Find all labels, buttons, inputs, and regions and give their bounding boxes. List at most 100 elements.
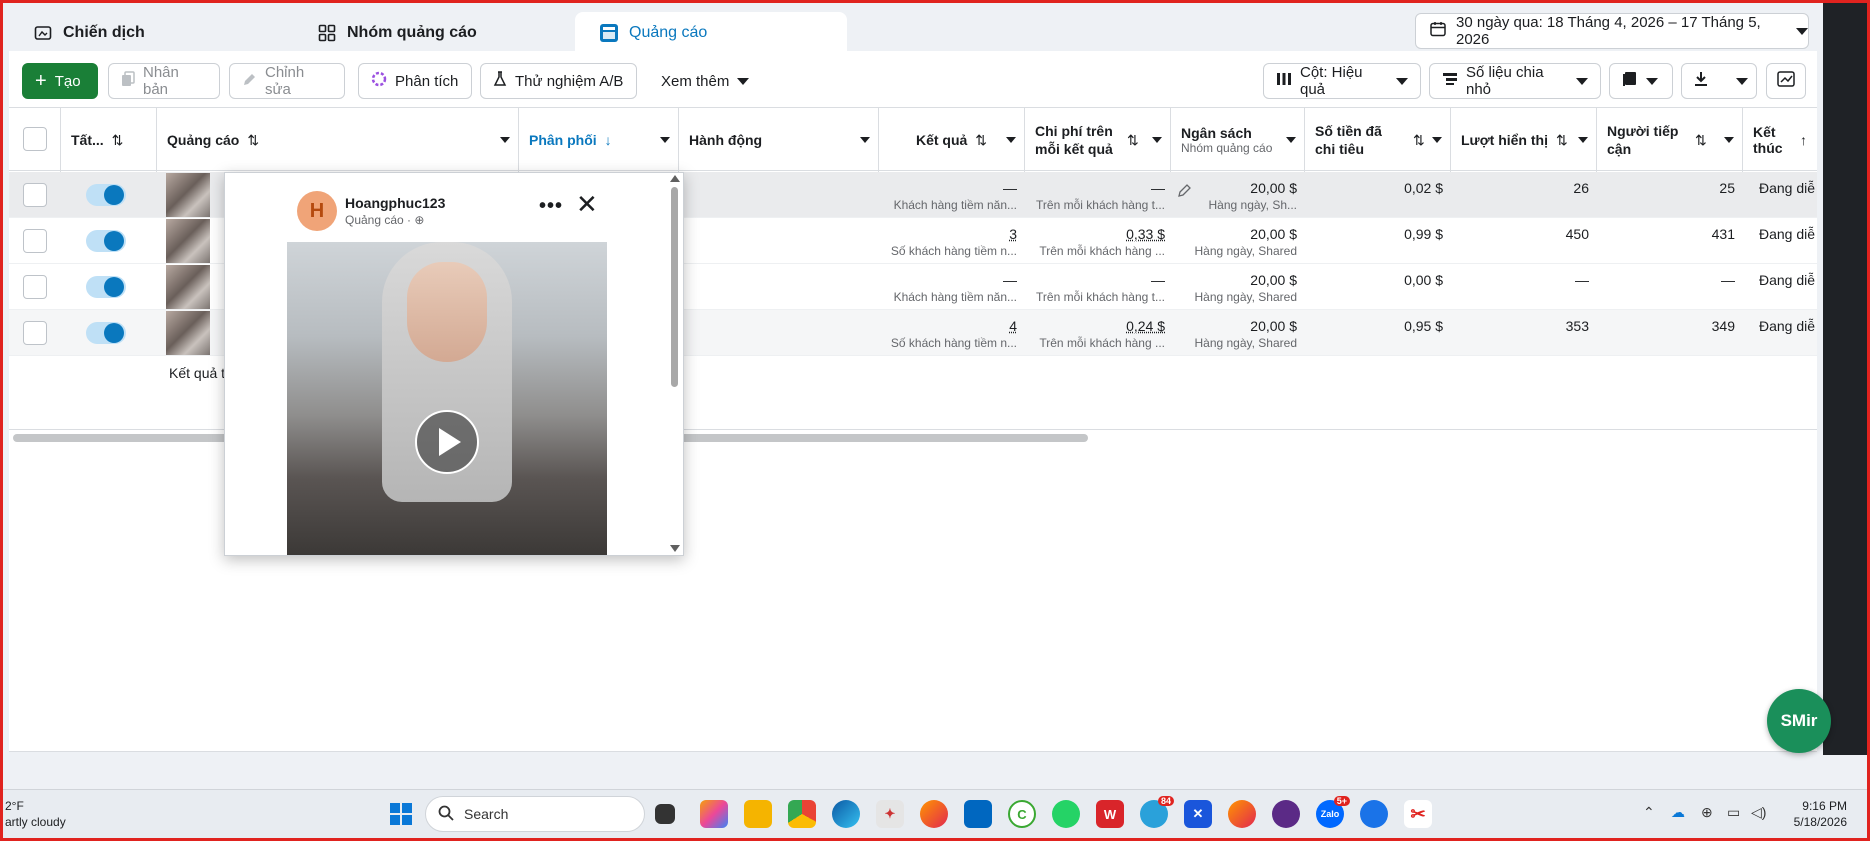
ad-toggle[interactable] [86,184,126,206]
more-options-icon[interactable]: ••• [539,195,563,218]
zalo-icon[interactable]: Zalo 5+ [1316,796,1350,828]
header-label: Tất... [71,132,104,148]
cost-per-result-value: — [1151,272,1165,288]
chevron-down-icon [1006,137,1016,143]
page-name[interactable]: Hoangphuc123 [345,195,445,211]
network-icon[interactable]: ⊕ [1701,804,1713,821]
select-all-checkbox[interactable] [23,127,47,151]
ad-thumbnail[interactable] [166,219,210,263]
file-explorer-icon[interactable] [744,800,772,828]
ad-thumbnail[interactable] [166,265,210,309]
ad-thumbnail[interactable] [166,311,210,355]
windows-taskbar: 2°F artly cloudy Search ✦ C W 84 ✕ Zalo 5… [3,789,1867,838]
header-budget[interactable]: Ngân sách Nhóm quảng cáo [1171,108,1305,172]
sort-icon: ⇅ [1413,132,1425,148]
avatar: H [297,191,337,231]
ad-video[interactable] [287,242,607,555]
app-icon[interactable]: C [1008,800,1036,828]
app-icon[interactable]: ✦ [876,800,904,828]
app-icon[interactable] [1360,800,1388,828]
taskbar-search[interactable]: Search [425,796,645,832]
breakdown-button[interactable]: Số liệu chia nhỏ [1429,63,1601,99]
edge-icon[interactable] [832,800,860,828]
header-label: Kết thúc [1753,124,1783,156]
volume-icon[interactable]: ◁) [1751,804,1766,821]
header-end[interactable]: Kết thúc ↑ [1743,108,1817,172]
scroll-down-icon[interactable] [670,545,680,552]
weather-temp: 2°F [5,799,24,813]
breakdown-icon [1442,72,1458,90]
date-range-picker[interactable]: 30 ngày qua: 18 Tháng 4, 2026 – 17 Tháng… [1415,13,1809,49]
scroll-up-icon[interactable] [670,175,680,182]
cost-per-result-value[interactable]: 0,24 $ [1069,318,1165,334]
header-results[interactable]: Kết quả ⇅ [879,108,1025,172]
snipping-tool-icon[interactable]: ✂ [1404,800,1432,828]
header-label: Số tiền đã chi tiêu [1315,123,1382,157]
header-toggle[interactable]: Tất... ⇅ [61,108,157,172]
result-value[interactable]: 4 [925,318,1017,334]
export-button[interactable] [1681,63,1757,99]
monitor-icon[interactable]: ▭ [1727,804,1740,821]
header-label: Người tiếp cận [1607,123,1679,157]
copilot-icon[interactable] [700,800,728,828]
tab-ads[interactable]: Quảng cáo [575,12,847,54]
amount-spent-value: 0,02 $ [1404,180,1443,196]
store-icon[interactable] [964,800,992,828]
windows-start-icon[interactable] [387,800,415,828]
tab-campaigns[interactable]: Chiến dịch [9,12,289,54]
row-checkbox[interactable] [23,183,47,207]
row-checkbox[interactable] [23,321,47,345]
app-icon[interactable] [1272,800,1300,828]
popup-scrollbar[interactable] [671,187,678,387]
row-checkbox[interactable] [23,229,47,253]
chrome-icon[interactable] [788,800,816,828]
row-checkbox[interactable] [23,275,47,299]
create-button[interactable]: + Tạo [22,63,98,99]
ad-toggle[interactable] [86,230,126,252]
pencil-icon[interactable] [1177,183,1192,201]
edit-button[interactable]: Chỉnh sửa [229,63,345,99]
analyze-button[interactable]: Phân tích [358,63,472,99]
header-actions[interactable]: Hành động [679,108,879,172]
ab-test-button[interactable]: Thử nghiệm A/B [480,63,637,99]
header-reach[interactable]: Người tiếp cận ⇅ [1597,108,1743,172]
task-view-icon[interactable] [655,804,675,824]
chevron-down-icon [500,137,510,143]
telegram-icon[interactable]: 84 [1140,796,1174,828]
budget-sublabel: Hàng ngày, Shared [1194,244,1297,258]
chevron-up-icon[interactable]: ⌃ [1643,804,1655,821]
play-icon[interactable] [415,410,479,474]
onedrive-icon[interactable]: ☁ [1671,804,1685,821]
tab-adsets[interactable]: Nhóm quảng cáo [293,12,569,54]
close-icon[interactable]: ✕ [576,189,598,220]
weather-widget[interactable]: 2°F artly cloudy [5,798,66,830]
firefox-icon[interactable] [1228,800,1256,828]
result-value[interactable]: 3 [925,226,1017,242]
chart-view-button[interactable] [1766,63,1806,99]
budget-sublabel: Hàng ngày, Sh... [1208,198,1298,212]
ad-toggle[interactable] [86,276,126,298]
system-clock[interactable]: 9:16 PM 5/18/2026 [1789,798,1847,830]
header-delivery[interactable]: Phân phối ↓ [519,108,679,172]
columns-button[interactable]: Cột: Hiệu quả [1263,63,1421,99]
header-cost-per-result[interactable]: Chi phí trên mỗi kết quả ⇅ [1025,108,1171,172]
header-impressions[interactable]: Lượt hiển thị ⇅ [1451,108,1597,172]
sort-icon: ↑ [1800,132,1807,148]
header-amount-spent[interactable]: Số tiền đã chi tiêu ⇅ [1305,108,1451,172]
app-icon[interactable]: ✕ [1184,800,1212,828]
whatsapp-icon[interactable] [1052,800,1080,828]
grid-icon [317,23,337,43]
firefox-icon[interactable] [920,800,948,828]
breakdown-label: Số liệu chia nhỏ [1466,64,1544,98]
tab-label: Nhóm quảng cáo [347,24,477,41]
header-ad[interactable]: Quảng cáo ⇅ [157,108,519,172]
reports-button[interactable] [1609,63,1673,99]
header-label: Phân phối [529,132,597,148]
more-button[interactable]: Xem thêm [649,63,767,99]
floating-assistant-button[interactable]: SMir [1767,689,1831,753]
wps-icon[interactable]: W [1096,800,1124,828]
ad-thumbnail[interactable] [166,173,210,217]
ad-toggle[interactable] [86,322,126,344]
duplicate-button[interactable]: Nhân bản [108,63,220,99]
cost-per-result-value[interactable]: 0,33 $ [1069,226,1165,242]
